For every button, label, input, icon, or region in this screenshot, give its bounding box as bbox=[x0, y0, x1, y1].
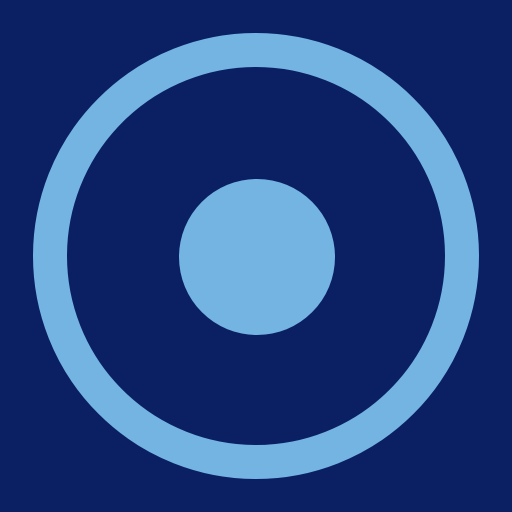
target-icon bbox=[0, 0, 512, 512]
app-icon bbox=[0, 0, 512, 512]
center-dot bbox=[179, 179, 335, 335]
